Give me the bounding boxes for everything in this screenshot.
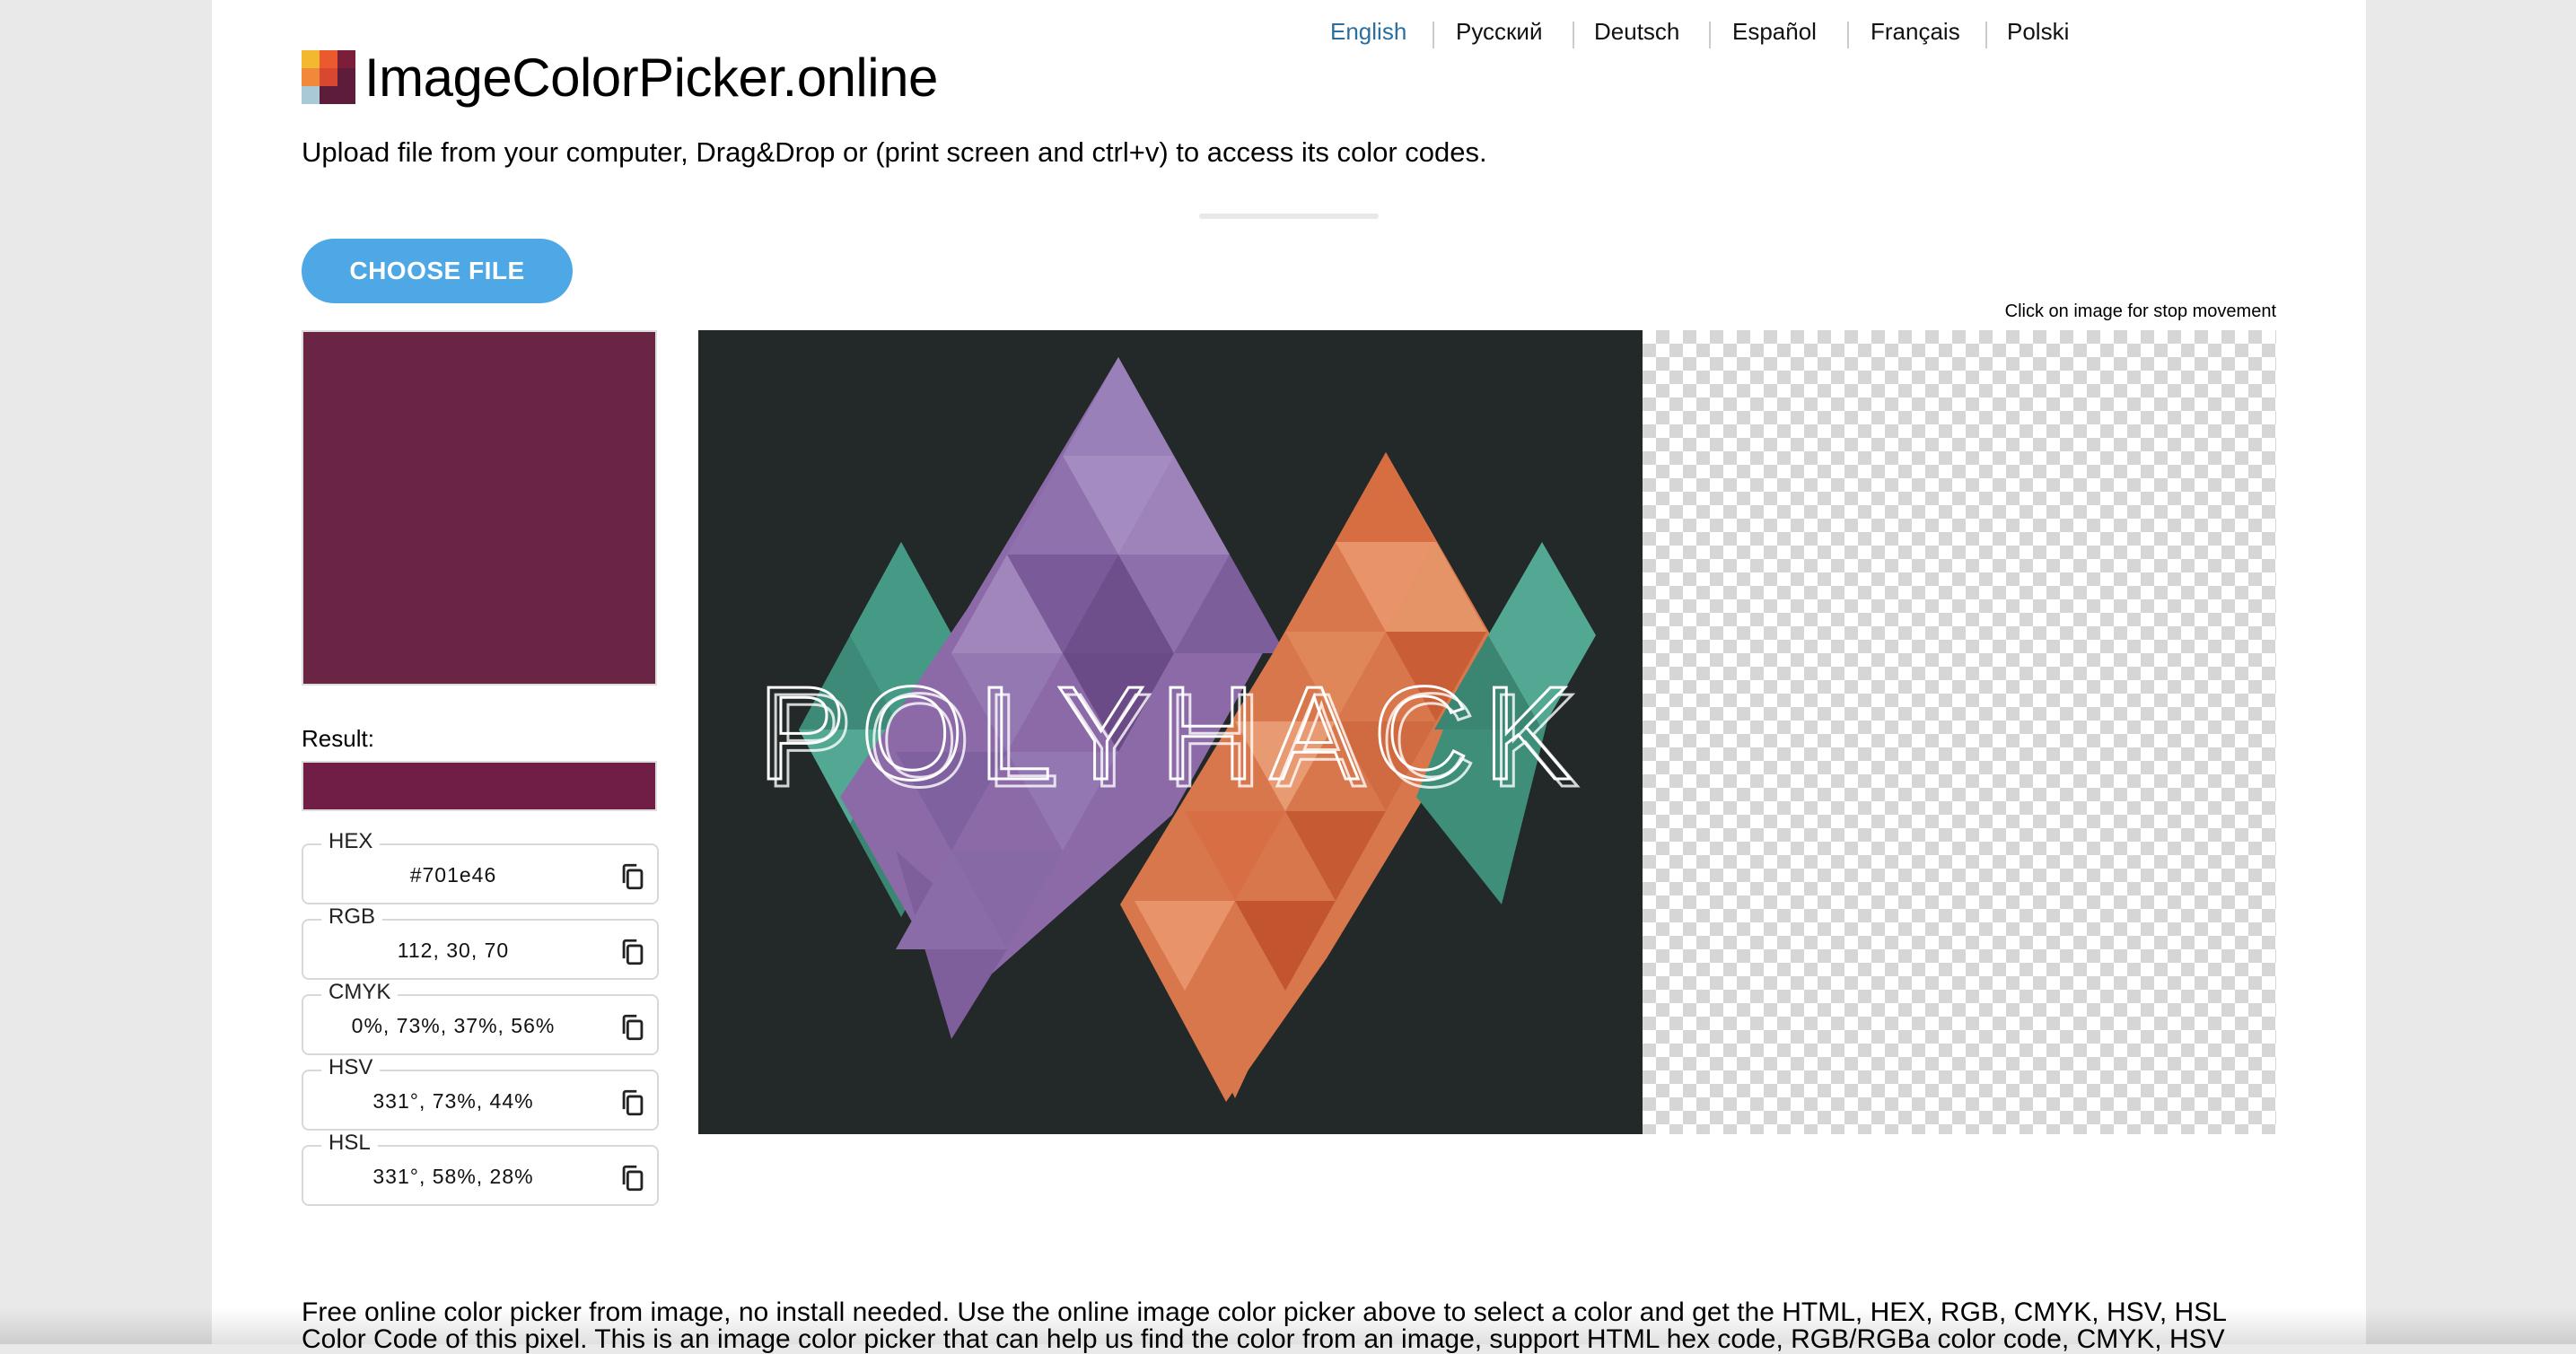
language-bar: English Русский Deutsch Español Français…: [1289, 18, 2366, 54]
copy-icon[interactable]: [618, 1088, 648, 1118]
lang-divider: [1573, 22, 1574, 48]
result-color-swatch: [302, 761, 657, 811]
hex-label: HEX: [321, 829, 381, 854]
image-canvas[interactable]: POLYHACK POLYHACK: [698, 330, 1643, 1134]
hsl-label: HSL: [321, 1131, 378, 1156]
lang-french[interactable]: Français: [1871, 18, 1960, 46]
divider: [1199, 214, 1379, 219]
hover-color-preview: [302, 330, 657, 686]
lang-spanish[interactable]: Español: [1732, 18, 1817, 46]
hex-field: HEX #701e46: [302, 829, 659, 904]
site-title[interactable]: ImageColorPicker.online: [364, 47, 938, 109]
lang-polish[interactable]: Polski: [2007, 18, 2069, 46]
transparent-preview-area: [1643, 330, 2276, 1134]
page-subtitle: Upload file from your computer, Drag&Dro…: [302, 136, 1487, 168]
rgb-field: RGB 112, 30, 70: [302, 904, 659, 980]
copy-icon[interactable]: [618, 937, 648, 967]
hsl-value[interactable]: 331°, 58%, 28%: [303, 1165, 603, 1189]
lang-russian[interactable]: Русский: [1456, 18, 1542, 46]
hex-value[interactable]: #701e46: [303, 863, 603, 887]
page: English Русский Deutsch Español Français…: [212, 0, 2366, 1353]
copy-icon[interactable]: [618, 1163, 648, 1193]
cmyk-value[interactable]: 0%, 73%, 37%, 56%: [303, 1014, 603, 1038]
copy-icon[interactable]: [618, 861, 648, 892]
uploaded-image[interactable]: POLYHACK POLYHACK: [698, 330, 1643, 1134]
cmyk-label: CMYK: [321, 980, 399, 1005]
lang-english[interactable]: English: [1330, 18, 1406, 46]
cmyk-field: CMYK 0%, 73%, 37%, 56%: [302, 980, 659, 1055]
rgb-value[interactable]: 112, 30, 70: [303, 939, 603, 963]
choose-file-button[interactable]: CHOOSE FILE: [302, 239, 573, 303]
hsv-value[interactable]: 331°, 73%, 44%: [303, 1089, 603, 1114]
hsv-label: HSV: [321, 1055, 381, 1080]
movement-hint: Click on image for stop movement: [2004, 301, 2276, 321]
copy-icon[interactable]: [618, 1012, 648, 1043]
result-label: Result:: [302, 725, 374, 752]
lang-divider: [1847, 22, 1849, 48]
logo-icon[interactable]: [302, 50, 355, 104]
svg-text:POLYHACK: POLYHACK: [765, 667, 1593, 815]
description-text: Free online color picker from image, no …: [302, 1297, 2226, 1354]
lang-divider: [1985, 22, 1987, 48]
hsv-field: HSV 331°, 73%, 44%: [302, 1055, 659, 1131]
rgb-label: RGB: [321, 904, 383, 930]
lang-divider: [1433, 22, 1434, 48]
lang-german[interactable]: Deutsch: [1594, 18, 1679, 46]
hsl-field: HSL 331°, 58%, 28%: [302, 1131, 659, 1206]
lang-divider: [1709, 22, 1711, 48]
